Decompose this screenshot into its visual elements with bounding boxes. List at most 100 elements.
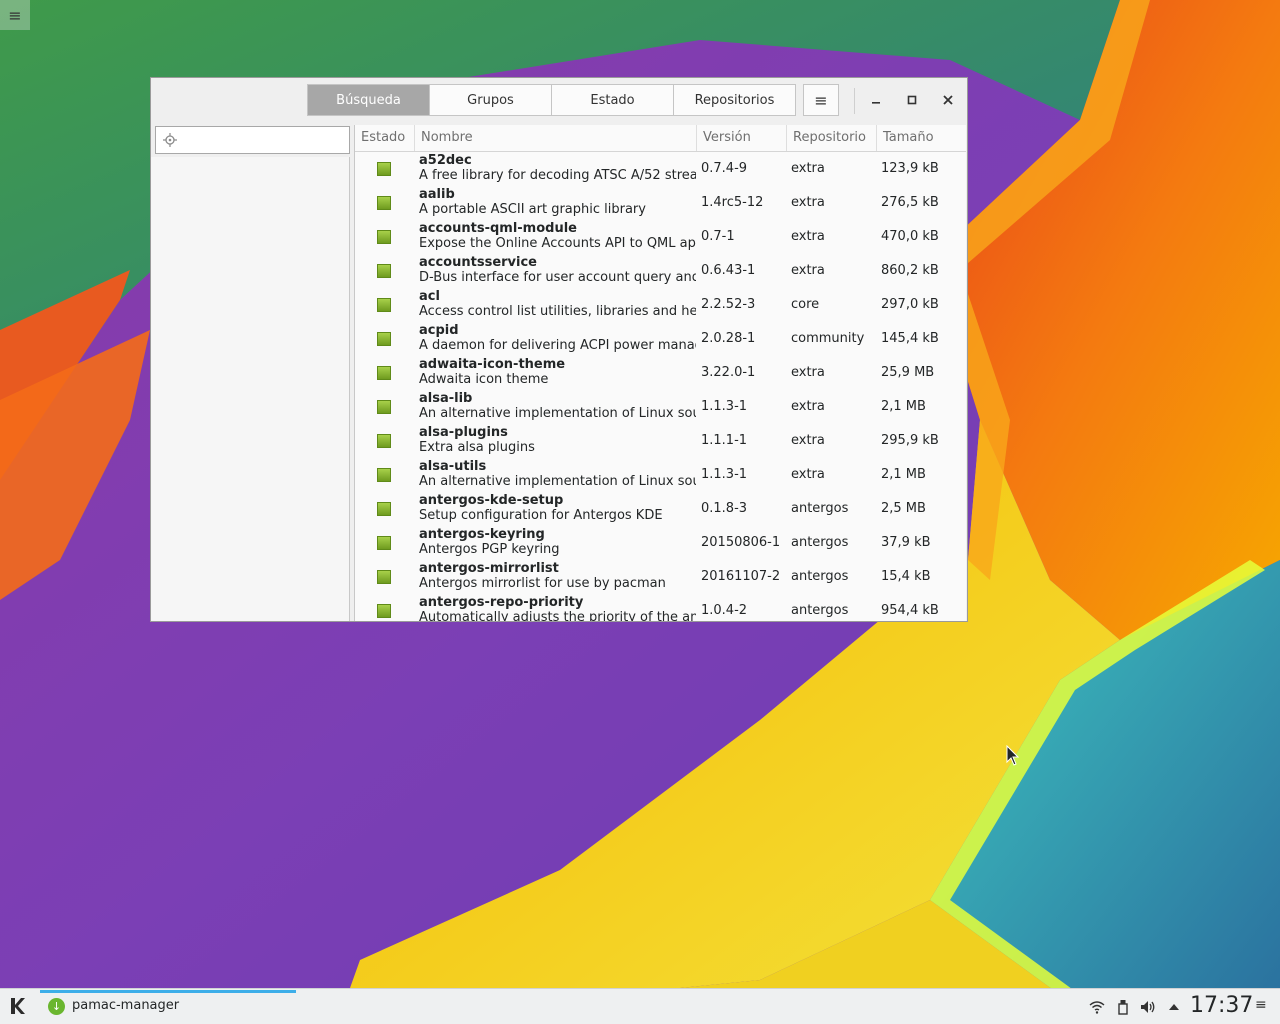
package-state-cell xyxy=(355,322,415,356)
digital-clock[interactable]: 17:37 xyxy=(1190,993,1253,1018)
package-state-cell xyxy=(355,186,415,220)
table-header: Estado Nombre Versión Repositorio Tamaño xyxy=(355,125,966,152)
volume-icon[interactable] xyxy=(1138,997,1158,1017)
package-name-cell: accounts-qml-module Expose the Online Acc… xyxy=(419,220,696,254)
table-row[interactable]: accounts-qml-module Expose the Online Acc… xyxy=(355,220,966,254)
package-name: adwaita-icon-theme xyxy=(419,357,566,372)
installed-checkbox[interactable] xyxy=(377,298,391,312)
package-name-cell: aalib A portable ASCII art graphic librar… xyxy=(419,186,696,220)
taskbar-panel: ↓ pamac-manager 17:37 ≡ xyxy=(0,988,1280,1024)
tab-repositorios[interactable]: Repositorios xyxy=(674,85,795,115)
table-row[interactable]: adwaita-icon-theme Adwaita icon theme 3.22… xyxy=(355,356,966,390)
table-row[interactable]: alsa-lib An alternative implementation of… xyxy=(355,390,966,424)
package-description: Expose the Online Accounts API to QML ap… xyxy=(419,236,696,251)
package-description: Automatically adjusts the priority of th… xyxy=(419,610,696,621)
package-repository: extra xyxy=(791,195,825,210)
table-row[interactable]: acl Access control list utilities, librar… xyxy=(355,288,966,322)
search-input[interactable] xyxy=(182,130,342,150)
package-repository: extra xyxy=(791,399,825,414)
package-name-cell: antergos-mirrorlist Antergos mirrorlist f… xyxy=(419,560,696,594)
package-name-cell: antergos-kde-setup Setup configuration fo… xyxy=(419,492,696,526)
package-name-cell: alsa-lib An alternative implementation of… xyxy=(419,390,696,424)
installed-checkbox[interactable] xyxy=(377,332,391,346)
installed-checkbox[interactable] xyxy=(377,536,391,550)
package-state-cell xyxy=(355,424,415,458)
search-history-list[interactable] xyxy=(151,157,350,621)
maximize-icon xyxy=(907,95,917,105)
package-state-cell xyxy=(355,288,415,322)
search-field[interactable] xyxy=(155,126,350,154)
package-repository: extra xyxy=(791,433,825,448)
package-version: 1.1.3-1 xyxy=(701,399,748,414)
installed-checkbox[interactable] xyxy=(377,264,391,278)
package-version: 0.1.8-3 xyxy=(701,501,748,516)
package-name-cell: accountsservice D-Bus interface for user … xyxy=(419,254,696,288)
package-version: 20161107-2 xyxy=(701,569,781,584)
column-header-estado[interactable]: Estado xyxy=(355,125,415,151)
table-row[interactable]: alsa-utils An alternative implementation … xyxy=(355,458,966,492)
installed-checkbox[interactable] xyxy=(377,230,391,244)
column-header-repositorio[interactable]: Repositorio xyxy=(787,125,877,151)
package-description: Access control list utilities, libraries… xyxy=(419,304,696,319)
close-button[interactable] xyxy=(934,87,962,113)
panel-options-icon[interactable]: ≡ xyxy=(1255,997,1267,1013)
tab-estado[interactable]: Estado xyxy=(552,85,674,115)
package-repository: antergos xyxy=(791,501,849,516)
minimize-button[interactable] xyxy=(862,87,890,113)
table-row[interactable]: acpid A daemon for delivering ACPI power … xyxy=(355,322,966,356)
tab-busqueda[interactable]: Búsqueda xyxy=(308,85,430,115)
application-launcher-button[interactable] xyxy=(4,992,32,1020)
package-size: 297,0 kB xyxy=(881,297,939,312)
table-row[interactable]: antergos-repo-priority Automatically adju… xyxy=(355,594,966,621)
header-bar: Búsqueda Grupos Estado Repositorios ≡ xyxy=(151,78,967,123)
table-row[interactable]: antergos-kde-setup Setup configuration fo… xyxy=(355,492,966,526)
column-header-nombre[interactable]: Nombre xyxy=(415,125,697,151)
table-row[interactable]: a52dec A free library for decoding ATSC A… xyxy=(355,152,966,186)
package-name-cell: alsa-plugins Extra alsa plugins xyxy=(419,424,696,458)
package-repository: extra xyxy=(791,229,825,244)
app-menu-button[interactable]: ≡ xyxy=(803,84,839,116)
table-row[interactable]: antergos-keyring Antergos PGP keyring 2015… xyxy=(355,526,966,560)
installed-checkbox[interactable] xyxy=(377,434,391,448)
package-size: 2,1 MB xyxy=(881,467,926,482)
package-state-cell xyxy=(355,526,415,560)
package-version: 1.1.3-1 xyxy=(701,467,748,482)
package-name: accountsservice xyxy=(419,255,537,270)
installed-checkbox[interactable] xyxy=(377,400,391,414)
table-row[interactable]: accountsservice D-Bus interface for user … xyxy=(355,254,966,288)
table-row[interactable]: antergos-mirrorlist Antergos mirrorlist f… xyxy=(355,560,966,594)
usb-icon[interactable] xyxy=(1113,997,1133,1017)
package-state-cell xyxy=(355,560,415,594)
package-version: 0.7.4-9 xyxy=(701,161,748,176)
package-version: 2.2.52-3 xyxy=(701,297,756,312)
maximize-button[interactable] xyxy=(898,87,926,113)
expand-up-icon[interactable] xyxy=(1164,997,1184,1017)
installed-checkbox[interactable] xyxy=(377,604,391,618)
column-header-tamano[interactable]: Tamaño xyxy=(877,125,966,151)
package-description: Antergos PGP keyring xyxy=(419,542,560,557)
package-repository: extra xyxy=(791,467,825,482)
task-pamac-manager[interactable]: ↓ pamac-manager xyxy=(40,989,296,1024)
desktop-toolbox-button[interactable]: ≡ xyxy=(0,0,30,30)
package-name: antergos-mirrorlist xyxy=(419,561,559,576)
tab-grupos[interactable]: Grupos xyxy=(430,85,552,115)
package-size: 470,0 kB xyxy=(881,229,939,244)
installed-checkbox[interactable] xyxy=(377,162,391,176)
wifi-icon[interactable] xyxy=(1087,997,1107,1017)
package-name-cell: acl Access control list utilities, librar… xyxy=(419,288,696,322)
package-size: 15,4 kB xyxy=(881,569,931,584)
package-description: Adwaita icon theme xyxy=(419,372,549,387)
installed-checkbox[interactable] xyxy=(377,502,391,516)
table-row[interactable]: aalib A portable ASCII art graphic librar… xyxy=(355,186,966,220)
minimize-icon xyxy=(872,102,880,104)
column-header-version[interactable]: Versión xyxy=(697,125,787,151)
view-switcher: Búsqueda Grupos Estado Repositorios xyxy=(307,84,796,116)
installed-checkbox[interactable] xyxy=(377,196,391,210)
installed-checkbox[interactable] xyxy=(377,468,391,482)
package-size: 954,4 kB xyxy=(881,603,939,618)
package-state-cell xyxy=(355,152,415,186)
package-repository: community xyxy=(791,331,865,346)
installed-checkbox[interactable] xyxy=(377,366,391,380)
table-row[interactable]: alsa-plugins Extra alsa plugins 1.1.1-1 ext… xyxy=(355,424,966,458)
installed-checkbox[interactable] xyxy=(377,570,391,584)
